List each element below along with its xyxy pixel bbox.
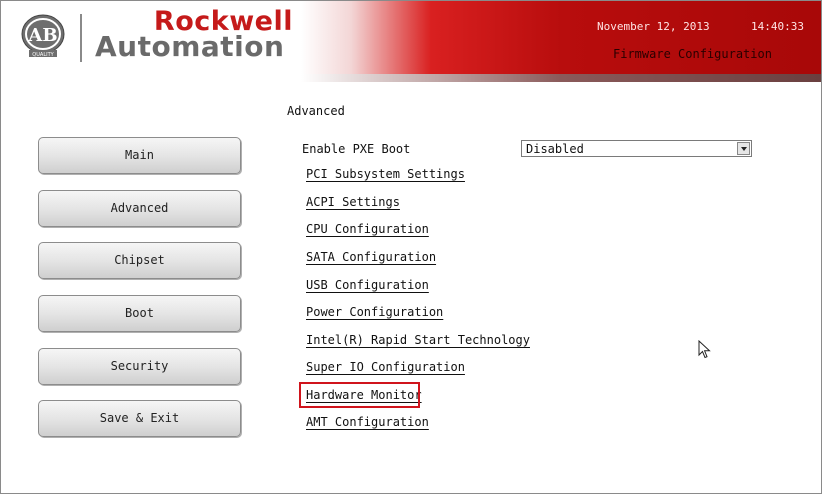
- nav-save-exit-button[interactable]: Save & Exit: [38, 400, 241, 437]
- highlight-box: [299, 382, 420, 408]
- nav-security-button[interactable]: Security: [38, 348, 241, 385]
- logo-divider: [80, 14, 82, 62]
- pxe-boot-value: Disabled: [526, 142, 584, 156]
- link-acpi-settings[interactable]: ACPI Settings: [306, 195, 400, 209]
- link-amt-configuration[interactable]: AMT Configuration: [306, 415, 429, 429]
- header-title: Firmware Configuration: [613, 47, 772, 61]
- header-time: 14:40:33: [751, 20, 804, 33]
- nav-main-button[interactable]: Main: [38, 137, 241, 174]
- nav-boot-button[interactable]: Boot: [38, 295, 241, 332]
- link-pci-subsystem-settings[interactable]: PCI Subsystem Settings: [306, 167, 465, 181]
- ab-logo-icon: AB QUALITY: [21, 14, 65, 58]
- mouse-pointer-icon: [698, 340, 711, 359]
- pxe-boot-select[interactable]: Disabled: [521, 140, 752, 157]
- nav-advanced-button[interactable]: Advanced: [38, 190, 241, 227]
- logo-badge-text: AB: [27, 25, 57, 46]
- link-power-configuration[interactable]: Power Configuration: [306, 305, 443, 319]
- link-sata-configuration[interactable]: SATA Configuration: [306, 250, 436, 264]
- logo-badge-subtext: QUALITY: [32, 52, 54, 58]
- page-title: Advanced: [287, 104, 345, 118]
- chevron-down-icon[interactable]: [737, 142, 750, 155]
- link-cpu-configuration[interactable]: CPU Configuration: [306, 222, 429, 236]
- pxe-boot-label: Enable PXE Boot: [302, 142, 411, 156]
- nav-chipset-button[interactable]: Chipset: [38, 242, 241, 279]
- header-date: November 12, 2013: [597, 20, 710, 33]
- link-usb-configuration[interactable]: USB Configuration: [306, 278, 429, 292]
- link-intel-rapid-start[interactable]: Intel(R) Rapid Start Technology: [306, 333, 530, 347]
- brand-name-bottom: Automation: [95, 30, 285, 63]
- link-super-io-configuration[interactable]: Super IO Configuration: [306, 360, 465, 374]
- firmware-window: AB QUALITY Rockwell Automation November …: [0, 0, 822, 494]
- header-shadow: [1, 74, 821, 82]
